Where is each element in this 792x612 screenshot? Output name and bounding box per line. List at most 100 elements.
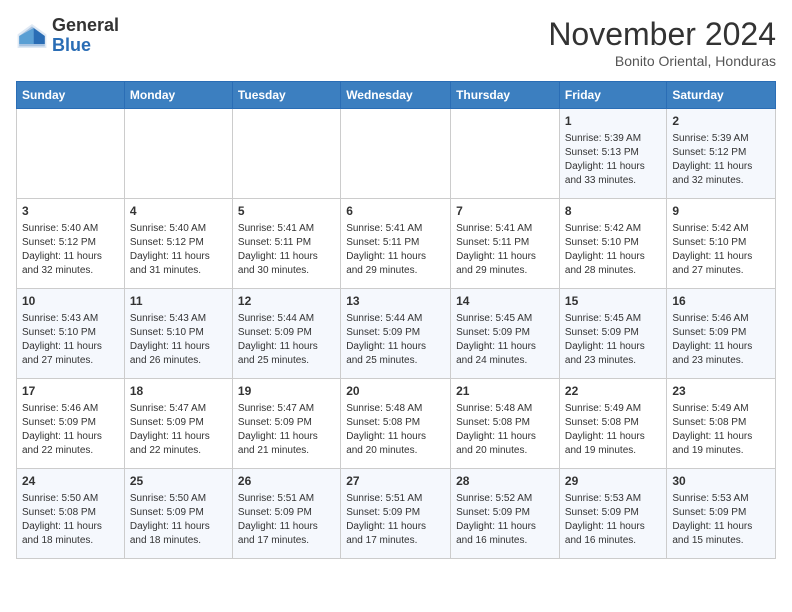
day-cell: 24 Sunrise: 5:50 AM Sunset: 5:08 PM Dayli… [17, 469, 125, 559]
day-cell: 29 Sunrise: 5:53 AM Sunset: 5:09 PM Dayli… [559, 469, 666, 559]
day-number: 15 [565, 293, 661, 310]
day-info: Sunrise: 5:42 AM Sunset: 5:10 PM Dayligh… [565, 222, 661, 278]
day-number: 1 [565, 113, 661, 130]
col-header-thursday: Thursday [451, 82, 560, 109]
day-info: Sunrise: 5:43 AM Sunset: 5:10 PM Dayligh… [22, 312, 119, 368]
day-info: Sunrise: 5:50 AM Sunset: 5:09 PM Dayligh… [130, 492, 227, 548]
day-number: 11 [130, 293, 227, 310]
day-cell [232, 109, 340, 199]
day-number: 25 [130, 473, 227, 490]
day-number: 14 [456, 293, 554, 310]
day-info: Sunrise: 5:53 AM Sunset: 5:09 PM Dayligh… [565, 492, 661, 548]
day-number: 22 [565, 383, 661, 400]
col-header-monday: Monday [124, 82, 232, 109]
day-cell: 12 Sunrise: 5:44 AM Sunset: 5:09 PM Dayli… [232, 289, 340, 379]
col-header-wednesday: Wednesday [341, 82, 451, 109]
week-row-2: 3 Sunrise: 5:40 AM Sunset: 5:12 PM Daylig… [17, 199, 776, 289]
day-cell: 28Sunrise: 5:52 AM Sunset: 5:09 PM Dayli… [451, 469, 560, 559]
week-row-4: 17 Sunrise: 5:46 AM Sunset: 5:09 PM Dayli… [17, 379, 776, 469]
day-number: 8 [565, 203, 661, 220]
day-info: Sunrise: 5:40 AM Sunset: 5:12 PM Dayligh… [22, 222, 119, 278]
day-number: 12 [238, 293, 335, 310]
day-info: Sunrise: 5:46 AM Sunset: 5:09 PM Dayligh… [22, 402, 119, 458]
day-cell: 2 Sunrise: 5:39 AM Sunset: 5:12 PM Daylig… [667, 109, 776, 199]
day-info: Sunrise: 5:44 AM Sunset: 5:09 PM Dayligh… [238, 312, 335, 368]
day-info: Sunrise: 5:44 AM Sunset: 5:09 PM Dayligh… [346, 312, 445, 368]
day-info: Sunrise: 5:41 AM Sunset: 5:11 PM Dayligh… [238, 222, 335, 278]
day-number: 13 [346, 293, 445, 310]
page-header: General Blue November 2024 Bonito Orient… [16, 16, 776, 69]
day-cell: 13 Sunrise: 5:44 AM Sunset: 5:09 PM Dayli… [341, 289, 451, 379]
day-cell: 27Sunrise: 5:51 AM Sunset: 5:09 PM Dayli… [341, 469, 451, 559]
day-number: 30 [672, 473, 770, 490]
day-number: 18 [130, 383, 227, 400]
day-info: Sunrise: 5:39 AM Sunset: 5:12 PM Dayligh… [672, 132, 770, 188]
logo-line2: Blue [52, 36, 119, 56]
day-number: 27 [346, 473, 445, 490]
header-row: SundayMondayTuesdayWednesdayThursdayFrid… [17, 82, 776, 109]
day-number: 20 [346, 383, 445, 400]
day-info: Sunrise: 5:41 AM Sunset: 5:11 PM Dayligh… [346, 222, 445, 278]
day-cell: 9 Sunrise: 5:42 AM Sunset: 5:10 PM Daylig… [667, 199, 776, 289]
day-number: 23 [672, 383, 770, 400]
day-cell: 17 Sunrise: 5:46 AM Sunset: 5:09 PM Dayli… [17, 379, 125, 469]
day-info: Sunrise: 5:49 AM Sunset: 5:08 PM Dayligh… [672, 402, 770, 458]
day-info: Sunrise: 5:53 AM Sunset: 5:09 PM Dayligh… [672, 492, 770, 548]
day-info: Sunrise: 5:46 AM Sunset: 5:09 PM Dayligh… [672, 312, 770, 368]
day-info: Sunrise: 5:50 AM Sunset: 5:08 PM Dayligh… [22, 492, 119, 548]
day-number: 3 [22, 203, 119, 220]
day-cell: 15 Sunrise: 5:45 AM Sunset: 5:09 PM Dayli… [559, 289, 666, 379]
day-number: 6 [346, 203, 445, 220]
logo-line1: General [52, 16, 119, 36]
day-info: Sunrise: 5:52 AM Sunset: 5:09 PM Dayligh… [456, 492, 554, 548]
day-info: Sunrise: 5:47 AM Sunset: 5:09 PM Dayligh… [238, 402, 335, 458]
day-number: 29 [565, 473, 661, 490]
day-cell: 8 Sunrise: 5:42 AM Sunset: 5:10 PM Daylig… [559, 199, 666, 289]
day-cell: 3 Sunrise: 5:40 AM Sunset: 5:12 PM Daylig… [17, 199, 125, 289]
day-info: Sunrise: 5:48 AM Sunset: 5:08 PM Dayligh… [456, 402, 554, 458]
week-row-5: 24 Sunrise: 5:50 AM Sunset: 5:08 PM Dayli… [17, 469, 776, 559]
col-header-sunday: Sunday [17, 82, 125, 109]
day-info: Sunrise: 5:47 AM Sunset: 5:09 PM Dayligh… [130, 402, 227, 458]
title-area: November 2024 Bonito Oriental, Honduras [548, 16, 776, 69]
day-cell: 10 Sunrise: 5:43 AM Sunset: 5:10 PM Dayli… [17, 289, 125, 379]
day-cell: 23 Sunrise: 5:49 AM Sunset: 5:08 PM Dayli… [667, 379, 776, 469]
day-info: Sunrise: 5:45 AM Sunset: 5:09 PM Dayligh… [456, 312, 554, 368]
day-info: Sunrise: 5:43 AM Sunset: 5:10 PM Dayligh… [130, 312, 227, 368]
day-cell [341, 109, 451, 199]
day-cell: 14 Sunrise: 5:45 AM Sunset: 5:09 PM Dayli… [451, 289, 560, 379]
week-row-1: 1 Sunrise: 5:39 AM Sunset: 5:13 PM Daylig… [17, 109, 776, 199]
day-number: 2 [672, 113, 770, 130]
day-cell: 25 Sunrise: 5:50 AM Sunset: 5:09 PM Dayli… [124, 469, 232, 559]
day-cell: 26 Sunrise: 5:51 AM Sunset: 5:09 PM Dayli… [232, 469, 340, 559]
day-info: Sunrise: 5:45 AM Sunset: 5:09 PM Dayligh… [565, 312, 661, 368]
day-info: Sunrise: 5:42 AM Sunset: 5:10 PM Dayligh… [672, 222, 770, 278]
day-cell: 21 Sunrise: 5:48 AM Sunset: 5:08 PM Dayli… [451, 379, 560, 469]
day-number: 24 [22, 473, 119, 490]
day-number: 9 [672, 203, 770, 220]
day-number: 26 [238, 473, 335, 490]
day-number: 5 [238, 203, 335, 220]
col-header-friday: Friday [559, 82, 666, 109]
day-info: Sunrise: 5:51 AM Sunset: 5:09 PM Dayligh… [238, 492, 335, 548]
day-info: Sunrise: 5:49 AM Sunset: 5:08 PM Dayligh… [565, 402, 661, 458]
logo-icon [16, 20, 48, 52]
day-number: 17 [22, 383, 119, 400]
day-cell [451, 109, 560, 199]
day-info: Sunrise: 5:39 AM Sunset: 5:13 PM Dayligh… [565, 132, 661, 188]
day-number: 4 [130, 203, 227, 220]
day-cell: 5 Sunrise: 5:41 AM Sunset: 5:11 PM Daylig… [232, 199, 340, 289]
col-header-saturday: Saturday [667, 82, 776, 109]
day-number: 21 [456, 383, 554, 400]
calendar-table: SundayMondayTuesdayWednesdayThursdayFrid… [16, 81, 776, 559]
day-number: 7 [456, 203, 554, 220]
day-cell [124, 109, 232, 199]
day-cell: 20Sunrise: 5:48 AM Sunset: 5:08 PM Dayli… [341, 379, 451, 469]
logo: General Blue [16, 16, 119, 56]
day-cell: 19Sunrise: 5:47 AM Sunset: 5:09 PM Dayli… [232, 379, 340, 469]
day-cell [17, 109, 125, 199]
day-number: 10 [22, 293, 119, 310]
day-cell: 6 Sunrise: 5:41 AM Sunset: 5:11 PM Daylig… [341, 199, 451, 289]
day-number: 16 [672, 293, 770, 310]
day-info: Sunrise: 5:40 AM Sunset: 5:12 PM Dayligh… [130, 222, 227, 278]
